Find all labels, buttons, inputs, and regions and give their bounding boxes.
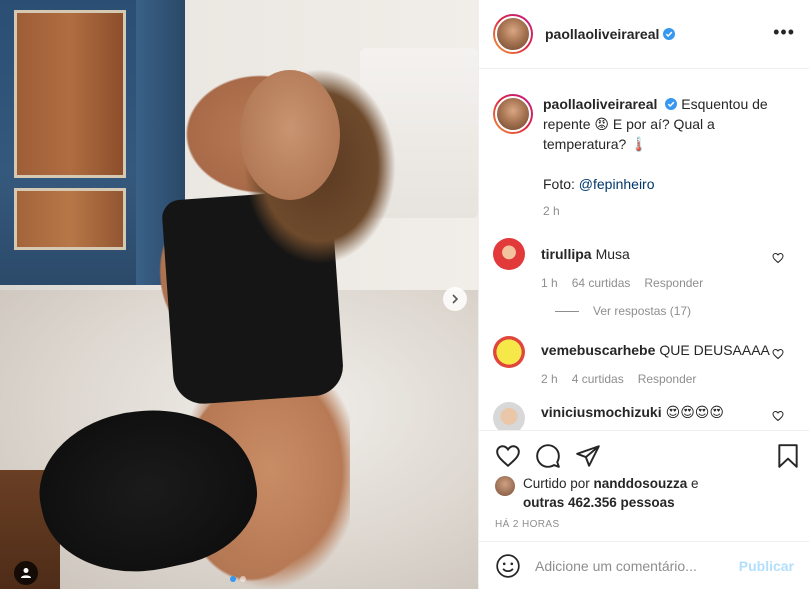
share-icon[interactable] [575, 443, 601, 469]
comment-item: vemebuscarhebe QUE DEUSAAAA 2 h 4 curtida… [493, 336, 796, 386]
carousel-dot-1 [230, 576, 236, 582]
verified-icon [663, 28, 676, 40]
post-actions [479, 430, 809, 479]
heart-icon[interactable] [772, 410, 784, 422]
post-side-panel: paollaoliveirareal ••• paollaoliveirarea… [478, 0, 809, 589]
heart-icon[interactable] [772, 348, 784, 360]
post-photo[interactable] [0, 0, 478, 589]
user-tag-icon [21, 568, 31, 578]
reply-button[interactable]: Responder [638, 372, 697, 386]
comments-list: paollaoliveirareal Esquentou de repente … [479, 70, 809, 430]
liked-by-user[interactable]: nanddosouzza [594, 476, 688, 491]
post-header: paollaoliveirareal ••• [479, 0, 809, 69]
carousel-dots [230, 576, 246, 582]
comment-item: viniciusmochizuki 😍😍😍😍 [493, 402, 796, 430]
liked-by: Curtido por nanddosouzza e outras 462.35… [495, 474, 699, 512]
bookmark-icon[interactable] [775, 443, 801, 469]
comment-box: Publicar [479, 541, 809, 589]
caption-time[interactable]: 2 h [543, 204, 560, 218]
heart-icon[interactable] [772, 252, 784, 264]
comment-avatar[interactable] [493, 402, 525, 430]
post-timestamp[interactable]: HÁ 2 HORAS [495, 519, 560, 530]
photographer-mention[interactable]: @fepinheiro [579, 176, 655, 192]
comment-username[interactable]: vemebuscarhebe [541, 342, 655, 358]
comment-avatar[interactable] [493, 336, 525, 368]
user-tag-button[interactable] [14, 561, 38, 585]
comment-text: Musa [595, 246, 630, 262]
caption-username[interactable]: paollaoliveirareal [543, 96, 657, 112]
author-username[interactable]: paollaoliveirareal [545, 26, 676, 42]
comment-username[interactable]: tirullipa [541, 246, 592, 262]
more-options-icon[interactable]: ••• [773, 23, 795, 41]
comment-username[interactable]: viniciusmochizuki [541, 404, 662, 420]
comment-text: QUE DEUSAAAA [659, 342, 770, 358]
comment-item: tirullipa Musa 1 h 64 curtidas Responder [493, 238, 796, 290]
likes-count[interactable]: outras 462.356 pessoas [523, 495, 675, 510]
comment-time[interactable]: 2 h [541, 372, 558, 386]
comment-likes[interactable]: 64 curtidas [572, 276, 631, 290]
author-avatar[interactable] [493, 14, 533, 54]
comment-text: 😍😍😍😍 [665, 404, 724, 420]
view-replies[interactable]: Ver respostas (17) [555, 304, 796, 318]
reply-button[interactable]: Responder [644, 276, 703, 290]
comment-likes[interactable]: 4 curtidas [572, 372, 624, 386]
next-arrow-icon [452, 294, 459, 304]
emoji-icon[interactable] [495, 553, 521, 579]
comment-input[interactable] [535, 557, 739, 574]
carousel-dot-2 [240, 576, 246, 582]
publish-button[interactable]: Publicar [739, 558, 794, 574]
caption-avatar[interactable] [493, 94, 533, 134]
comment-avatar[interactable] [493, 238, 525, 270]
heart-icon[interactable] [495, 443, 521, 469]
comment-icon[interactable] [535, 443, 561, 469]
verified-icon [665, 98, 678, 110]
carousel-next-button[interactable] [443, 287, 467, 311]
caption-text: paollaoliveirareal Esquentou de repente … [543, 96, 768, 192]
comment-time[interactable]: 1 h [541, 276, 558, 290]
liked-by-avatar[interactable] [495, 476, 515, 496]
caption: paollaoliveirareal Esquentou de repente … [493, 70, 796, 218]
